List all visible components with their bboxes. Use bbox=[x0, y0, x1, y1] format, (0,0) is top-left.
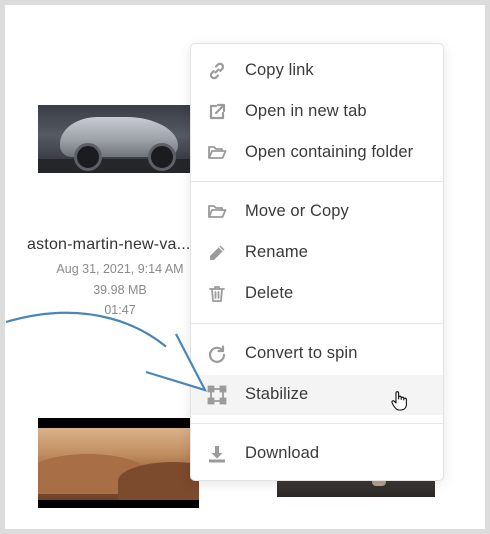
context-menu: Copy link Open in new tab Open containin… bbox=[190, 43, 444, 481]
menu-item-download[interactable]: Download bbox=[191, 434, 443, 474]
menu-item-label: Convert to spin bbox=[245, 344, 358, 362]
file-size: 39.98 MB bbox=[93, 283, 147, 297]
download-icon bbox=[209, 446, 225, 463]
menu-item-label: Move or Copy bbox=[245, 202, 349, 220]
rotate-icon bbox=[208, 345, 226, 363]
bounding-box-icon bbox=[207, 385, 227, 405]
menu-item-open-new-tab[interactable]: Open in new tab bbox=[191, 92, 443, 132]
menu-divider bbox=[191, 423, 443, 424]
file-date: Aug 31, 2021, 9:14 AM bbox=[56, 262, 184, 276]
thumbnail-wheel bbox=[74, 143, 102, 171]
menu-item-copy-link[interactable]: Copy link bbox=[191, 51, 443, 91]
trash-icon bbox=[209, 286, 225, 302]
menu-item-move-or-copy[interactable]: Move or Copy bbox=[191, 192, 443, 232]
thumbnail-ridge bbox=[118, 462, 199, 500]
folder-open-icon bbox=[208, 146, 227, 159]
menu-item-label: Open containing folder bbox=[245, 143, 414, 161]
file-duration: 01:47 bbox=[104, 303, 136, 317]
menu-divider bbox=[191, 181, 443, 182]
menu-divider bbox=[191, 323, 443, 324]
thumbnail-wheel bbox=[148, 143, 176, 171]
menu-item-label: Delete bbox=[245, 284, 294, 302]
file-name[interactable]: aston-martin-new-va... bbox=[27, 236, 191, 254]
pencil-icon bbox=[210, 245, 225, 260]
menu-item-label: Open in new tab bbox=[245, 102, 367, 120]
folder-open-icon bbox=[208, 205, 227, 218]
video-thumbnail[interactable] bbox=[38, 105, 193, 173]
video-thumbnail[interactable] bbox=[38, 418, 199, 508]
thumbnail-scene bbox=[38, 428, 199, 500]
external-link-icon bbox=[209, 103, 226, 120]
menu-item-label: Rename bbox=[245, 243, 308, 261]
menu-item-open-containing-folder[interactable]: Open containing folder bbox=[191, 133, 443, 173]
link-icon bbox=[209, 62, 225, 80]
menu-item-rename[interactable]: Rename bbox=[191, 233, 443, 273]
menu-item-delete[interactable]: Delete bbox=[191, 274, 443, 314]
menu-item-label: Copy link bbox=[245, 61, 314, 79]
hand-cursor-icon bbox=[391, 391, 407, 411]
menu-item-convert-to-spin[interactable]: Convert to spin bbox=[191, 334, 443, 374]
menu-item-label: Download bbox=[245, 444, 320, 462]
menu-item-label: Stabilize bbox=[245, 385, 309, 403]
